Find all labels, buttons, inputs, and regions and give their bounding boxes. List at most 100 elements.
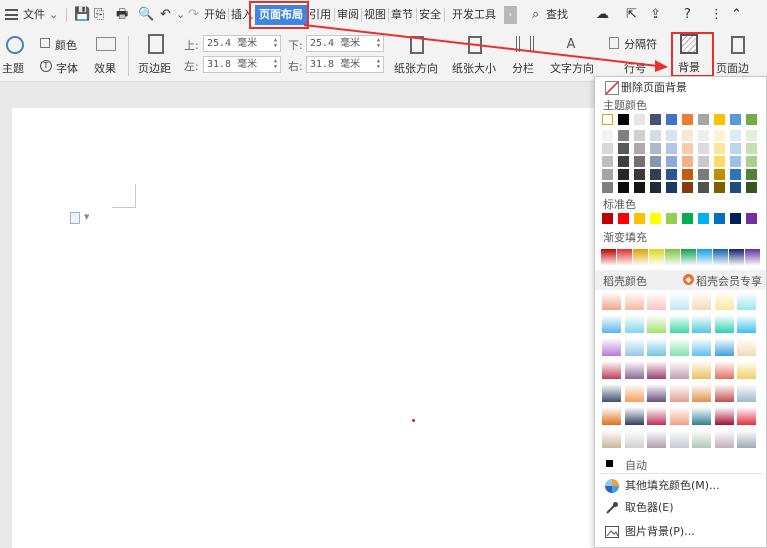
theme-shade-swatch[interactable] [602,143,613,154]
docer-gradient-swatch[interactable] [692,315,711,333]
docer-gradient-swatch[interactable] [692,292,711,310]
theme-shade-swatch[interactable] [618,169,629,180]
docer-gradient-swatch[interactable] [669,407,689,425]
docer-gradient-swatch[interactable] [624,292,644,310]
theme-shade-swatch[interactable] [682,169,693,180]
docer-gradient-swatch[interactable] [669,315,689,333]
docer-gradient-swatch[interactable] [737,361,756,379]
more-fill-colors-item[interactable]: 其他填充颜色(M)... [599,476,763,496]
gradient-swatch[interactable] [681,249,696,266]
standard-color-swatch[interactable] [714,213,725,224]
theme-shade-swatch[interactable] [698,169,709,180]
paragraph-options-icon[interactable] [70,212,80,224]
docer-gradient-swatch[interactable] [714,292,734,310]
gradient-swatch[interactable] [617,249,632,266]
docer-gradient-swatch[interactable] [737,292,756,310]
theme-shade-swatch[interactable] [618,143,629,154]
docer-gradient-swatch[interactable] [602,430,621,448]
theme-shade-swatch[interactable] [682,182,693,193]
theme-shade-swatch[interactable] [698,130,709,141]
standard-color-swatch[interactable] [682,213,693,224]
standard-color-swatch[interactable] [666,213,677,224]
theme-shade-swatch[interactable] [730,169,741,180]
docer-gradient-swatch[interactable] [737,384,756,402]
docer-gradient-swatch[interactable] [669,384,689,402]
docer-gradient-swatch[interactable] [647,407,666,425]
theme-shade-swatch[interactable] [698,182,709,193]
standard-color-swatch[interactable] [634,213,645,224]
auto-swatch[interactable] [606,460,613,467]
theme-shade-swatch[interactable] [650,156,661,167]
docer-gradient-swatch[interactable] [647,338,666,356]
docer-gradient-swatch[interactable] [737,407,756,425]
theme-shade-swatch[interactable] [714,156,725,167]
remove-background-item[interactable]: 删除页面背景 [599,78,763,98]
gradient-swatch[interactable] [697,249,712,266]
docer-gradient-swatch[interactable] [669,430,689,448]
theme-shade-swatch[interactable] [650,143,661,154]
theme-color-swatch[interactable] [682,114,693,125]
docer-gradient-swatch[interactable] [692,430,711,448]
docer-gradient-swatch[interactable] [624,361,644,379]
docer-gradient-swatch[interactable] [692,361,711,379]
document-page[interactable]: ▼ [12,108,595,548]
eyedropper-item[interactable]: 取色器(E) [599,498,763,518]
theme-shade-swatch[interactable] [730,143,741,154]
standard-color-swatch[interactable] [730,213,741,224]
theme-shade-swatch[interactable] [634,182,645,193]
picture-background-item[interactable]: 图片背景(P)... [599,522,763,542]
theme-shade-swatch[interactable] [666,143,677,154]
docer-gradient-swatch[interactable] [602,361,621,379]
auto-label[interactable]: 自动 [625,457,647,473]
theme-shade-swatch[interactable] [602,182,613,193]
theme-color-swatch[interactable] [730,114,741,125]
docer-gradient-swatch[interactable] [692,338,711,356]
theme-color-swatch[interactable] [746,114,757,125]
theme-color-swatch[interactable] [714,114,725,125]
docer-gradient-swatch[interactable] [692,407,711,425]
theme-shade-swatch[interactable] [682,143,693,154]
theme-shade-swatch[interactable] [618,182,629,193]
theme-shade-swatch[interactable] [666,169,677,180]
theme-shade-swatch[interactable] [618,130,629,141]
theme-shade-swatch[interactable] [666,130,677,141]
theme-shade-swatch[interactable] [746,130,757,141]
gradient-swatch[interactable] [729,249,744,266]
docer-gradient-swatch[interactable] [647,315,666,333]
theme-shade-swatch[interactable] [602,130,613,141]
theme-shade-swatch[interactable] [634,169,645,180]
theme-shade-swatch[interactable] [746,156,757,167]
standard-color-swatch[interactable] [618,213,629,224]
docer-gradient-swatch[interactable] [624,430,644,448]
docer-gradient-swatch[interactable] [624,384,644,402]
theme-color-swatch[interactable] [602,114,613,125]
theme-shade-swatch[interactable] [682,156,693,167]
docer-gradient-swatch[interactable] [602,292,621,310]
theme-shade-swatch[interactable] [730,182,741,193]
standard-color-swatch[interactable] [698,213,709,224]
theme-shade-swatch[interactable] [602,156,613,167]
theme-color-swatch[interactable] [698,114,709,125]
theme-shade-swatch[interactable] [746,169,757,180]
theme-shade-swatch[interactable] [714,143,725,154]
theme-shade-swatch[interactable] [714,130,725,141]
theme-shade-swatch[interactable] [730,130,741,141]
theme-shade-swatch[interactable] [682,130,693,141]
docer-gradient-swatch[interactable] [714,361,734,379]
docer-gradient-swatch[interactable] [647,361,666,379]
docer-gradient-swatch[interactable] [647,384,666,402]
docer-gradient-swatch[interactable] [669,292,689,310]
theme-shade-swatch[interactable] [602,169,613,180]
theme-shade-swatch[interactable] [698,156,709,167]
theme-shade-swatch[interactable] [618,156,629,167]
theme-shade-swatch[interactable] [650,130,661,141]
gradient-swatch[interactable] [665,249,680,266]
docer-gradient-swatch[interactable] [714,430,734,448]
docer-gradient-swatch[interactable] [624,338,644,356]
theme-shade-swatch[interactable] [730,156,741,167]
docer-gradient-swatch[interactable] [737,430,756,448]
gradient-swatch[interactable] [633,249,648,266]
docer-gradient-swatch[interactable] [602,338,621,356]
docer-gradient-swatch[interactable] [737,315,756,333]
theme-shade-swatch[interactable] [666,182,677,193]
